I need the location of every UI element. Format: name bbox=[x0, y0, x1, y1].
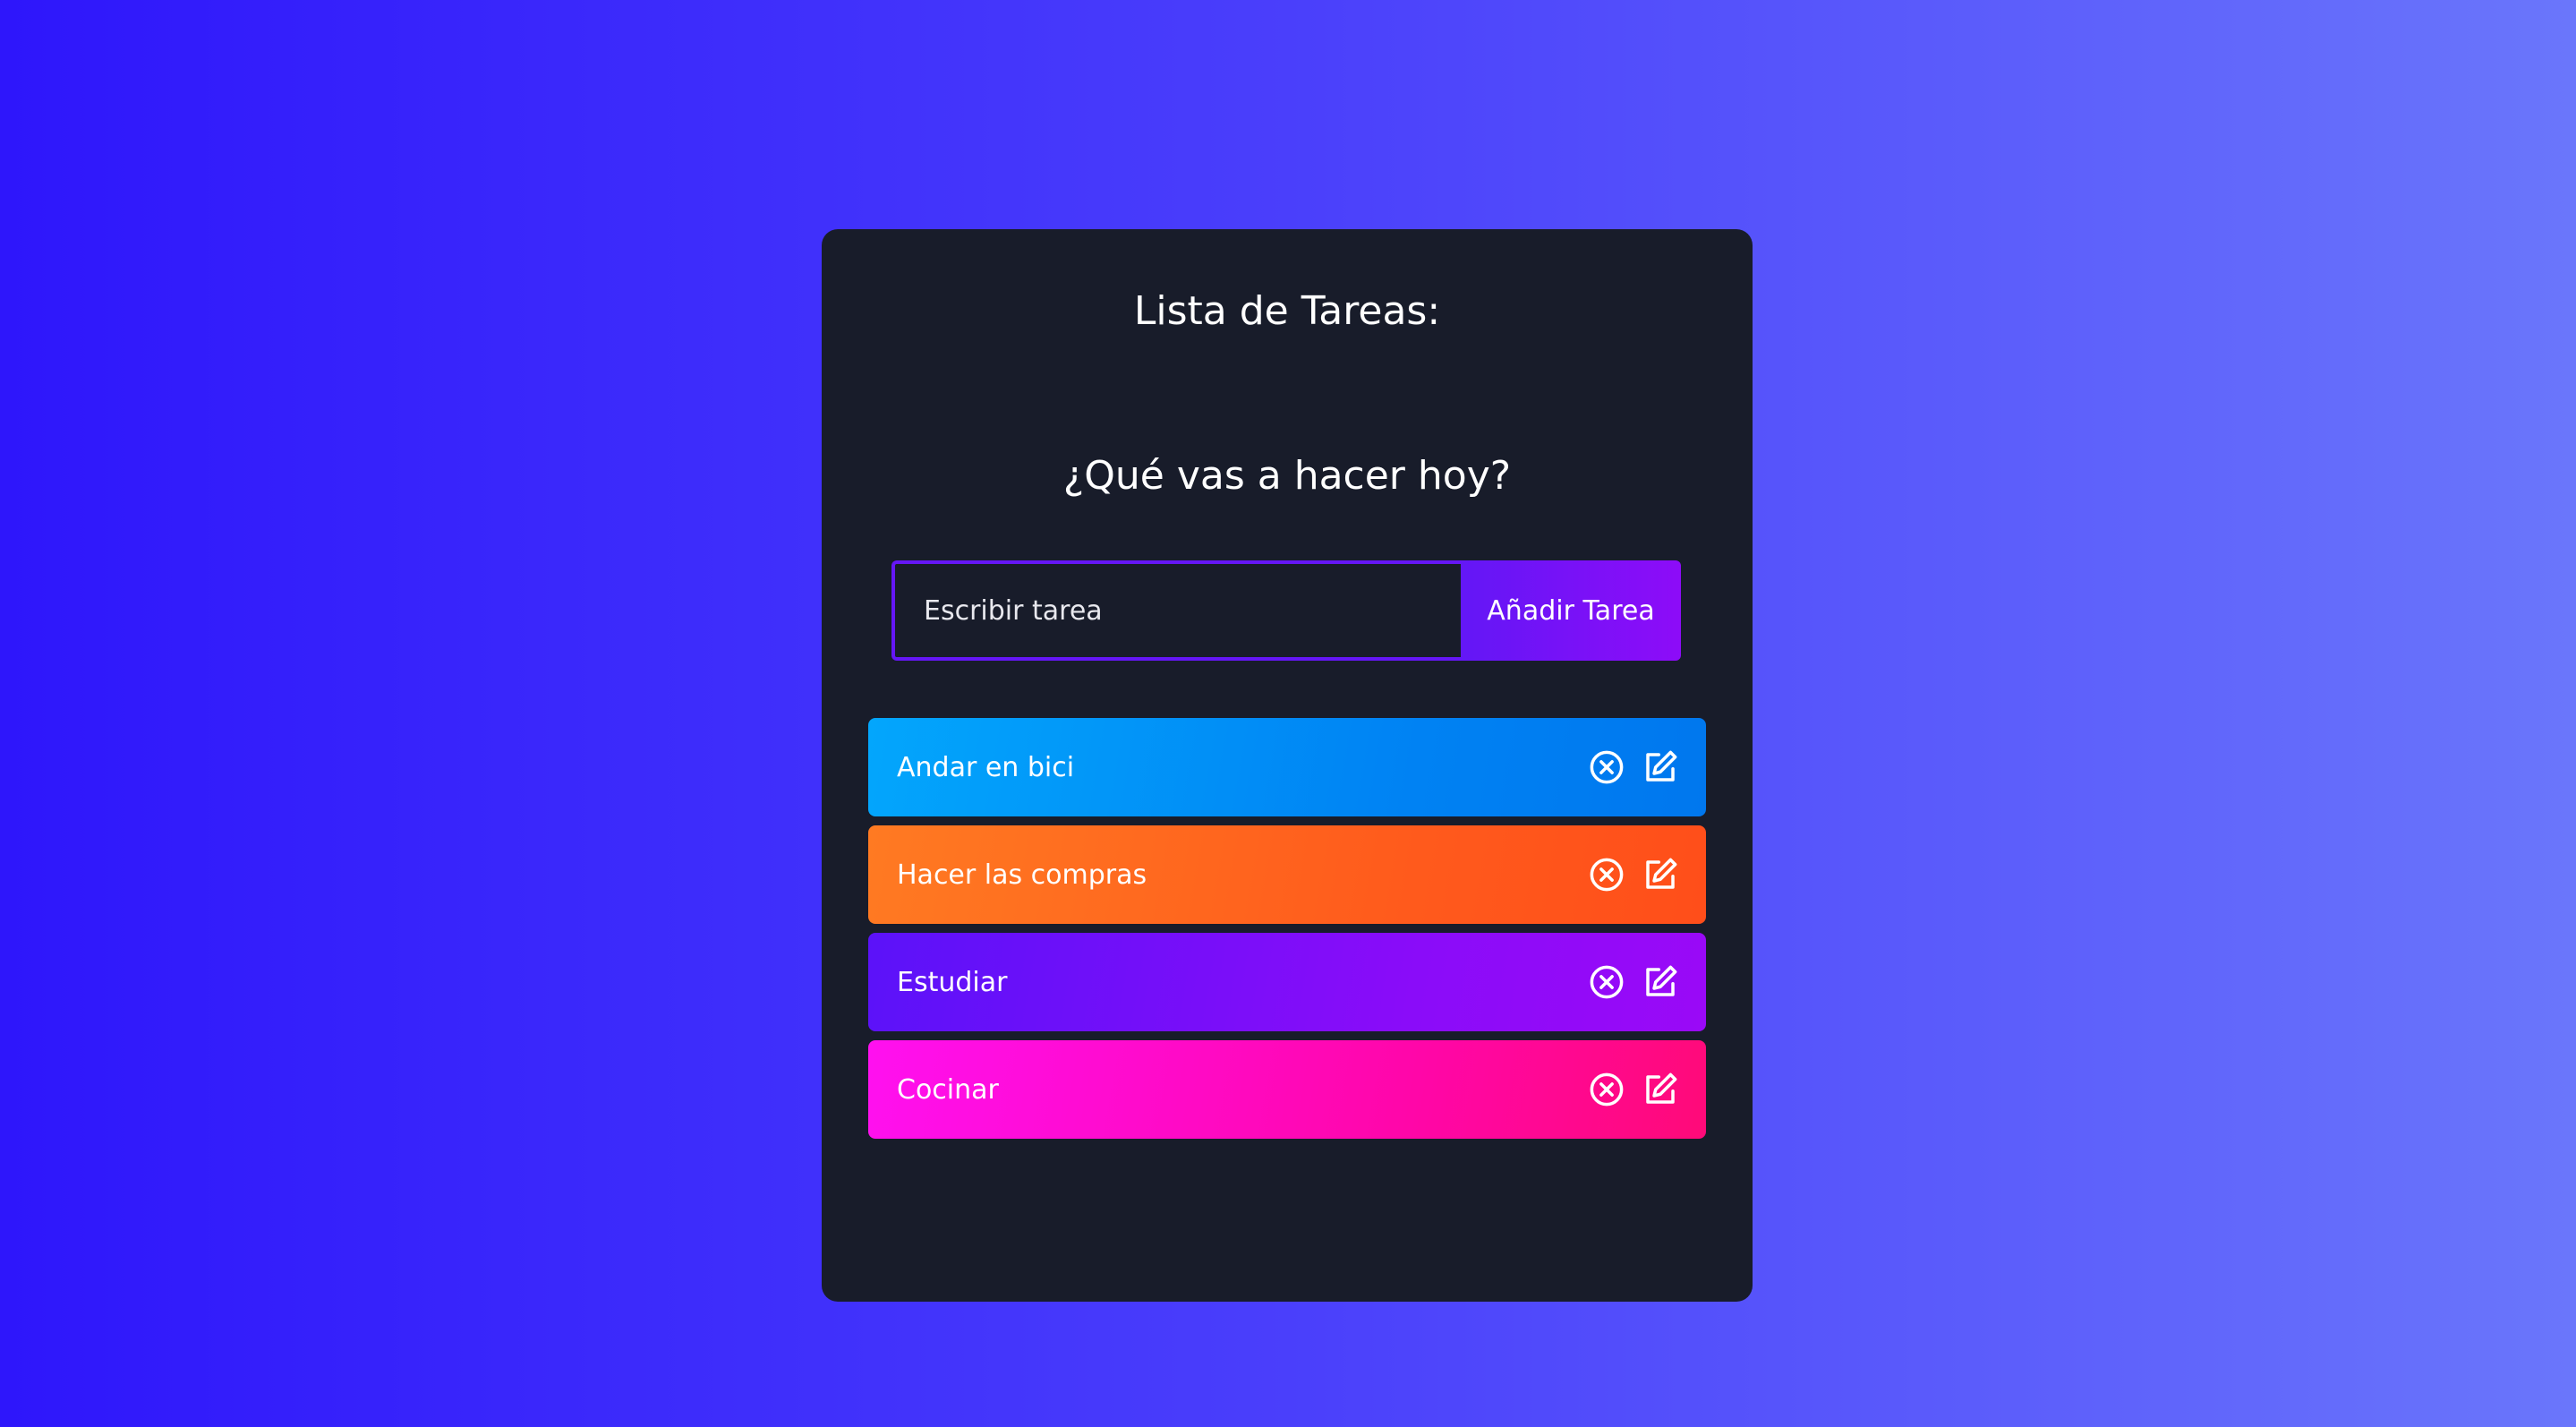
close-circle-icon[interactable] bbox=[1588, 748, 1625, 786]
edit-icon[interactable] bbox=[1642, 856, 1679, 893]
task-list: Andar en bici Hacer las compras Estudiar… bbox=[868, 718, 1706, 1148]
add-task-button[interactable]: Añadir Tarea bbox=[1461, 560, 1681, 661]
edit-icon[interactable] bbox=[1642, 748, 1679, 786]
task-label: Hacer las compras bbox=[897, 859, 1147, 891]
edit-icon[interactable] bbox=[1642, 963, 1679, 1001]
task-actions bbox=[1588, 748, 1679, 786]
close-circle-icon[interactable] bbox=[1588, 1071, 1625, 1108]
task-item[interactable]: Andar en bici bbox=[868, 718, 1706, 816]
task-label: Andar en bici bbox=[897, 751, 1075, 783]
close-circle-icon[interactable] bbox=[1588, 856, 1625, 893]
prompt-heading: ¿Qué vas a hacer hoy? bbox=[1062, 453, 1512, 499]
task-actions bbox=[1588, 1071, 1679, 1108]
task-item[interactable]: Cocinar bbox=[868, 1040, 1706, 1139]
task-item[interactable]: Hacer las compras bbox=[868, 825, 1706, 924]
task-label: Cocinar bbox=[897, 1073, 999, 1106]
task-actions bbox=[1588, 856, 1679, 893]
close-circle-icon[interactable] bbox=[1588, 963, 1625, 1001]
task-input[interactable] bbox=[891, 560, 1461, 661]
task-item[interactable]: Estudiar bbox=[868, 933, 1706, 1031]
edit-icon[interactable] bbox=[1642, 1071, 1679, 1108]
page-title: Lista de Tareas: bbox=[1133, 288, 1441, 334]
task-label: Estudiar bbox=[897, 966, 1008, 998]
add-task-form: Añadir Tarea bbox=[891, 560, 1681, 661]
todo-card: Lista de Tareas: ¿Qué vas a hacer hoy? A… bbox=[822, 229, 1753, 1302]
task-actions bbox=[1588, 963, 1679, 1001]
